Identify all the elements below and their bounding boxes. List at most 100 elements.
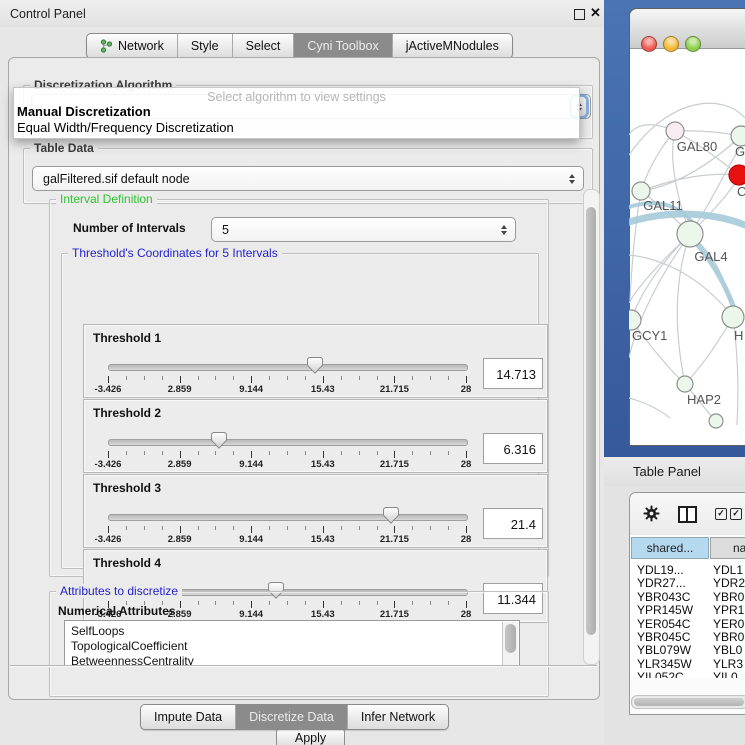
bottom-tab-discretize-data[interactable]: Discretize Data — [236, 705, 348, 729]
panel-scrollbar[interactable] — [583, 189, 600, 665]
network-node-gal80[interactable] — [666, 122, 684, 140]
slider-tick-label: 28 — [461, 459, 472, 470]
checkbox-icon[interactable]: ✓ — [730, 508, 742, 520]
table-cell[interactable]: YBR043C — [637, 590, 690, 604]
table-cell[interactable]: YBR045C — [637, 630, 690, 644]
table-data-combobox[interactable]: galFiltered.sif default node — [32, 166, 584, 191]
popup-item-equal-width[interactable]: Equal Width/Frequency Discretization — [17, 120, 234, 135]
table-cell[interactable]: YPR145W — [637, 603, 693, 617]
number-of-intervals-spinner[interactable]: 5 — [211, 217, 516, 242]
network-node-h[interactable] — [722, 306, 744, 328]
group-label-table-data: Table Data — [30, 141, 98, 155]
tab-network[interactable]: Network — [87, 34, 178, 58]
table-cell[interactable]: YDL19... — [637, 563, 684, 577]
network-node-hap2[interactable] — [677, 376, 693, 392]
column-header-name[interactable]: na — [710, 537, 745, 559]
tab-jactivemnodules[interactable]: jActiveMNodules — [393, 34, 512, 58]
threshold-value-field[interactable]: 21.4 — [483, 508, 543, 539]
column-header-shared[interactable]: shared... — [631, 537, 709, 559]
checkbox-icon[interactable]: ✓ — [715, 508, 727, 520]
network-node-label: GAL80 — [677, 139, 717, 154]
slider-tick-label: 2.859 — [168, 534, 192, 545]
network-view[interactable]: GAL80GACGAL11GAL4GCY1HHAP2 — [629, 48, 745, 444]
slider-track[interactable] — [108, 439, 468, 446]
table-cell[interactable]: YLR345W — [637, 657, 692, 671]
tab-cyni-toolbox[interactable]: Cyni Toolbox — [294, 34, 392, 58]
slider-tick — [466, 451, 467, 458]
group-label-thresholds: Threshold's Coordinates for 5 Intervals — [68, 246, 282, 260]
table-cell[interactable]: YBL079W — [637, 643, 691, 657]
numerical-attributes-list[interactable]: SelfLoopsTopologicalCoefficientBetweenne… — [64, 620, 520, 667]
table-hscrollbar[interactable] — [631, 695, 745, 709]
attributes-list-scrollbar[interactable] — [502, 622, 518, 665]
gear-icon[interactable] — [643, 505, 660, 527]
attribute-item[interactable]: TopologicalCoefficient — [71, 639, 188, 653]
spinner-arrows-icon[interactable] — [497, 225, 511, 235]
table-cell[interactable]: YER054C — [637, 617, 690, 631]
tab-select[interactable]: Select — [233, 34, 295, 58]
network-node-ga[interactable] — [731, 126, 745, 146]
number-of-intervals-label: Number of Intervals — [73, 221, 186, 235]
float-window-icon[interactable] — [574, 9, 585, 20]
slider-tick — [269, 451, 270, 455]
table-cell[interactable]: YPR1 — [713, 603, 744, 617]
slider-tick — [180, 376, 181, 383]
slider-tick — [359, 526, 360, 530]
network-node-label: GCY1 — [632, 328, 667, 343]
bottom-tab-impute-data[interactable]: Impute Data — [141, 705, 236, 729]
network-node[interactable] — [709, 414, 723, 428]
network-node-gcy1[interactable] — [629, 310, 641, 330]
table-cell[interactable]: YLR3 — [713, 657, 743, 671]
table-cell[interactable]: YDR2 — [713, 576, 745, 590]
table-cell[interactable]: YDL1 — [713, 563, 743, 577]
table-cell[interactable]: YBL0 — [713, 643, 742, 657]
slider-tick — [144, 526, 145, 530]
threshold-label: Threshold 1 — [93, 331, 161, 345]
bottom-tab-infer-network[interactable]: Infer Network — [348, 705, 448, 729]
attribute-item[interactable]: SelfLoops — [71, 624, 124, 638]
slider-tick — [251, 376, 252, 383]
table-cell[interactable]: YBR0 — [713, 630, 744, 644]
table-cell[interactable]: YIL052C — [637, 670, 684, 678]
tab-style[interactable]: Style — [178, 34, 233, 58]
network-node-c[interactable] — [729, 165, 745, 185]
split-view-icon[interactable] — [678, 506, 697, 523]
top-tab-bar: Network StyleSelectCyni ToolboxjActiveMNo… — [86, 33, 513, 59]
threshold-label: Threshold 4 — [93, 556, 161, 570]
screenshot-root: Control Panel ✕ Network StyleSelectCyni T… — [0, 0, 745, 745]
slider-track[interactable] — [108, 364, 468, 371]
threshold-value-field[interactable]: 6.316 — [483, 433, 543, 464]
slider-tick — [287, 451, 288, 455]
table-cell[interactable]: YIL0 — [713, 670, 738, 678]
slider-tick — [144, 376, 145, 380]
table-cell[interactable]: YDR27... — [637, 576, 686, 590]
bottom-tab-bar: Impute DataDiscretize DataInfer Network — [140, 704, 449, 730]
tab-label: Network — [118, 39, 164, 53]
table-cell[interactable]: YBR0 — [713, 590, 744, 604]
close-icon[interactable]: ✕ — [590, 5, 601, 21]
slider-tick-label: 28 — [461, 384, 472, 395]
slider-tick — [359, 376, 360, 380]
combo-arrows-icon[interactable] — [565, 174, 579, 184]
popup-item-manual-discretization[interactable]: Manual Discretization — [17, 104, 151, 119]
apply-button[interactable]: Apply — [276, 728, 345, 745]
slider-tick — [180, 451, 181, 458]
slider-tick — [108, 526, 109, 533]
panel-title: Control Panel — [10, 7, 86, 21]
slider-thumb[interactable] — [307, 357, 323, 374]
slider-tick — [233, 376, 234, 380]
slider-thumb[interactable] — [383, 507, 399, 524]
slider-tick — [305, 526, 306, 530]
slider-tick — [198, 451, 199, 455]
slider-tick — [430, 451, 431, 455]
slider-thumb[interactable] — [211, 432, 227, 449]
slider-tick — [233, 451, 234, 455]
slider-tick-label: 21.715 — [380, 459, 409, 470]
slider-tick — [377, 451, 378, 455]
slider-track[interactable] — [108, 514, 468, 521]
slider-tick-label: 15.43 — [311, 384, 335, 395]
threshold-value-field[interactable]: 14.713 — [483, 358, 543, 389]
network-node-gal4[interactable] — [677, 221, 703, 247]
table-cell[interactable]: YER0 — [713, 617, 744, 631]
slider-tick — [305, 376, 306, 380]
